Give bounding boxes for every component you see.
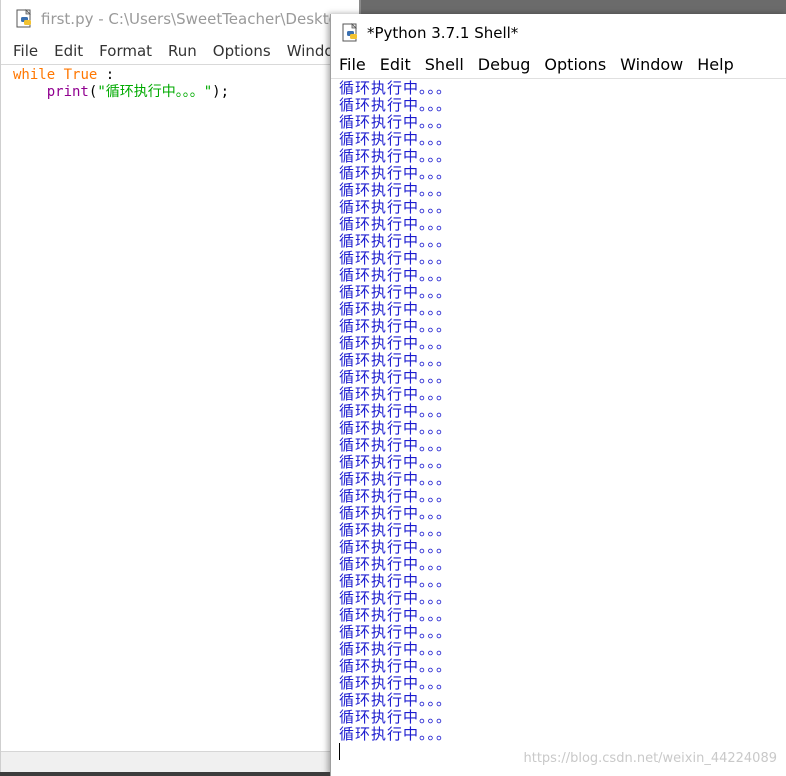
shell-output-line: 循环执行中。。。 <box>339 674 453 692</box>
shell-output-line: 循环执行中。。。 <box>339 385 453 403</box>
shell-output-line: 循环执行中。。。 <box>339 215 453 233</box>
shell-output-line: 循环执行中。。。 <box>339 130 453 148</box>
code-builtin-print: print <box>46 84 89 100</box>
editor-menu-run[interactable]: Run <box>160 38 205 64</box>
shell-output-line: 循环执行中。。。 <box>339 147 453 165</box>
shell-output-line: 循环执行中。。。 <box>339 96 453 114</box>
shell-output-line: 循环执行中。。。 <box>339 470 453 488</box>
editor-menu-file[interactable]: File <box>5 38 46 64</box>
shell-output-line: 循环执行中。。。 <box>339 80 453 97</box>
shell-output-line: 循环执行中。。。 <box>339 351 453 369</box>
shell-menu-edit[interactable]: Edit <box>373 52 418 78</box>
desktop: first.py - C:\Users\SweetTeacher\Deskto … <box>0 0 786 776</box>
editor-titlebar[interactable]: first.py - C:\Users\SweetTeacher\Deskto <box>1 0 361 38</box>
shell-output-line: 循环执行中。。。 <box>339 317 453 335</box>
shell-output-line: 循环执行中。。。 <box>339 504 453 522</box>
shell-output-line: 循环执行中。。。 <box>339 572 453 590</box>
python-file-icon <box>16 9 31 28</box>
shell-output-line: 循环执行中。。。 <box>339 691 453 709</box>
code-keyword-while: while <box>13 67 56 83</box>
text-cursor <box>339 743 340 760</box>
shell-output-line: 循环执行中。。。 <box>339 334 453 352</box>
shell-output-area[interactable]: 循环执行中。。。 循环执行中。。。 循环执行中。。。 循环执行中。。。 循环执行中。。。… <box>331 80 786 776</box>
shell-output-line: 循环执行中。。。 <box>339 249 453 267</box>
shell-output-line: 循环执行中。。。 <box>339 640 453 658</box>
editor-menu-options[interactable]: Options <box>205 38 279 64</box>
shell-output-line: 循环执行中。。。 <box>339 113 453 131</box>
shell-output-line: 循环执行中。。。 <box>339 521 453 539</box>
shell-menu-shell[interactable]: Shell <box>418 52 471 78</box>
shell-menu-help[interactable]: Help <box>690 52 740 78</box>
editor-title: first.py - C:\Users\SweetTeacher\Deskto <box>41 10 338 28</box>
code-line-2: print("循环执行中。。。"); <box>13 84 361 101</box>
shell-output-line: 循环执行中。。。 <box>339 657 453 675</box>
shell-titlebar[interactable]: *Python 3.7.1 Shell* <box>331 14 786 52</box>
shell-output-line: 循环执行中。。。 <box>339 555 453 573</box>
shell-output-line: 循环执行中。。。 <box>339 181 453 199</box>
watermark-text: https://blog.csdn.net/weixin_44224089 <box>523 751 777 766</box>
editor-window[interactable]: first.py - C:\Users\SweetTeacher\Deskto … <box>0 0 361 776</box>
shell-output-line: 循环执行中。。。 <box>339 164 453 182</box>
code-line-1: while True : <box>13 67 361 84</box>
editor-menu-edit[interactable]: Edit <box>46 38 91 64</box>
taskbar-edge <box>0 772 330 776</box>
editor-menu-format[interactable]: Format <box>91 38 160 64</box>
shell-output-line: 循环执行中。。。 <box>339 198 453 216</box>
shell-output-line: 循环执行中。。。 <box>339 300 453 318</box>
shell-output-line: 循环执行中。。。 <box>339 232 453 250</box>
code-colon: : <box>97 67 115 83</box>
shell-menubar: File Edit Shell Debug Options Window Hel… <box>331 52 786 79</box>
shell-output-line: 循环执行中。。。 <box>339 708 453 726</box>
code-string: "循环执行中。。。" <box>97 84 213 100</box>
shell-menu-debug[interactable]: Debug <box>471 52 538 78</box>
shell-output-line: 循环执行中。。。 <box>339 606 453 624</box>
shell-menu-file[interactable]: File <box>332 52 373 78</box>
code-paren-close: ); <box>212 84 230 100</box>
shell-output-line: 循环执行中。。。 <box>339 538 453 556</box>
python-shell-icon <box>342 23 357 42</box>
shell-output-line: 循环执行中。。。 <box>339 436 453 454</box>
shell-output-line: 循环执行中。。。 <box>339 266 453 284</box>
shell-output-line: 循环执行中。。。 <box>339 419 453 437</box>
shell-output-line: 循环执行中。。。 <box>339 453 453 471</box>
shell-menu-window[interactable]: Window <box>613 52 690 78</box>
shell-output-line: 循环执行中。。。 <box>339 283 453 301</box>
editor-code-area[interactable]: while True : print("循环执行中。。。"); <box>1 64 361 752</box>
shell-window[interactable]: *Python 3.7.1 Shell* File Edit Shell Deb… <box>330 14 786 776</box>
shell-output-line: 循环执行中。。。 <box>339 725 453 743</box>
shell-output-line: 循环执行中。。。 <box>339 368 453 386</box>
code-keyword-true: True <box>63 67 98 83</box>
shell-output-line: 循环执行中。。。 <box>339 402 453 420</box>
shell-output-line: 循环执行中。。。 <box>339 487 453 505</box>
shell-output-line: 循环执行中。。。 <box>339 589 453 607</box>
shell-title: *Python 3.7.1 Shell* <box>367 24 519 42</box>
editor-menubar: File Edit Format Run Options Window <box>1 38 361 64</box>
shell-menu-options[interactable]: Options <box>537 52 613 78</box>
shell-output-line: 循环执行中。。。 <box>339 623 453 641</box>
